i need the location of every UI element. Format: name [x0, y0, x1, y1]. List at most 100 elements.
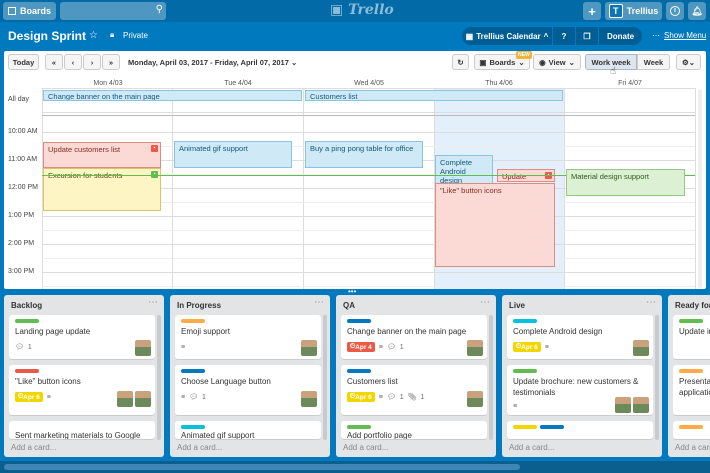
list-card[interactable]: Animated gif support [175, 421, 321, 439]
add-button[interactable]: + [583, 2, 601, 20]
list-card[interactable]: Change banner on the main page 🕒︎ Apr 4 ≡… [341, 315, 487, 359]
next-week-button[interactable]: » [102, 54, 120, 70]
event-like-button[interactable]: "Like" button icons [435, 183, 555, 267]
lock-icon: 🔒︎ [110, 30, 115, 39]
search-input[interactable]: ⚲ [60, 2, 166, 20]
list-menu-icon[interactable]: ⋯ [646, 297, 656, 308]
list-in-progress: In Progress ⋯ Emoji support ≡ Choose Lang… [170, 295, 330, 457]
add-card-link[interactable]: Add a card... [11, 443, 56, 452]
day-header-wed: Wed 4/05 [354, 80, 384, 87]
list-title[interactable]: QA [343, 301, 355, 310]
event-material-design[interactable]: Material design support [566, 169, 685, 196]
list-scrollbar[interactable] [489, 315, 493, 440]
avatar [633, 397, 649, 413]
list-card[interactable]: Emoji support ≡ [175, 315, 321, 359]
notifications-button[interactable]: 🔔︎ [688, 2, 706, 20]
prev-week-button[interactable]: « [45, 54, 63, 70]
description-icon: ≡ [46, 393, 51, 401]
add-card-link[interactable]: Add a card... [509, 443, 554, 452]
view-button[interactable]: ◉ View ⌄ [533, 54, 581, 70]
list-title[interactable]: Live [509, 301, 525, 310]
next-day-button[interactable]: › [83, 54, 101, 70]
list-scrollbar[interactable] [157, 315, 161, 440]
add-card-link[interactable]: Add a card... [343, 443, 388, 452]
comment-icon: 💬︎ [189, 394, 198, 401]
list-card[interactable]: Update brochure: new customers & testimo… [507, 365, 653, 415]
list-card[interactable]: Complete Android design 🕒︎ Apr 6 ≡ [507, 315, 653, 359]
event-change-banner[interactable]: Change banner on the main page [43, 90, 302, 101]
list-scrollbar[interactable] [323, 315, 327, 440]
day-header-thu: Thu 4/06 [485, 80, 513, 87]
week-button[interactable]: Week [637, 54, 670, 70]
description-icon: ≡ [378, 393, 383, 401]
avatar [633, 340, 649, 356]
add-card-link[interactable]: Add a card... [177, 443, 222, 452]
list-title[interactable]: Backlog [11, 301, 42, 310]
time-label: 1:00 PM [8, 212, 35, 219]
time-label: 12:00 PM [8, 184, 38, 191]
copy-button[interactable]: ❐ [576, 27, 598, 45]
list-scrollbar[interactable] [655, 315, 659, 440]
list-menu-icon[interactable]: ⋯ [314, 297, 324, 308]
date-range-selector[interactable]: Monday, April 03, 2017 - Friday, April 0… [128, 58, 297, 67]
avatar [117, 391, 133, 407]
list-card[interactable]: Customers list 🕒︎ Apr 6 ≡ 💬︎ 1 📎︎ 1 [341, 365, 487, 415]
list-card[interactable] [673, 421, 710, 439]
board-horizontal-scrollbar[interactable] [0, 461, 710, 473]
boards-button[interactable]: Boards [3, 2, 56, 20]
today-button[interactable]: Today [8, 54, 39, 70]
list-menu-icon[interactable]: ⋯ [480, 297, 490, 308]
list-card[interactable] [507, 421, 653, 439]
chevron-down-icon: ⌄ [568, 57, 575, 67]
chevron-up-icon: ^ [543, 31, 549, 41]
refresh-button[interactable]: ↻ [452, 54, 469, 70]
gear-icon: ⚙ [681, 57, 689, 67]
new-badge: NEW [516, 51, 532, 59]
star-icon[interactable]: ☆ [89, 30, 98, 41]
list-title[interactable]: In Progress [177, 301, 221, 310]
help-button[interactable]: ? [553, 27, 575, 45]
board-header: Design Sprint ☆ 🔒︎ Private ▦ Trellius Cal… [0, 22, 710, 50]
list-card[interactable]: Presentat application [673, 365, 710, 415]
avatar [301, 391, 317, 407]
event-customers-list[interactable]: Customers list [305, 90, 563, 101]
plus-icon: + [588, 3, 596, 19]
time-label: 11:00 AM [8, 156, 38, 163]
list-title[interactable]: Ready for [675, 301, 710, 310]
help-icon: ? [561, 31, 567, 41]
calendar-powerup-button[interactable]: ▦ Trellius Calendar ^ [462, 27, 552, 45]
donate-button[interactable]: Donate [599, 27, 642, 45]
avatar [135, 391, 151, 407]
resize-handle[interactable]: ••• [348, 288, 362, 296]
description-icon: ≡ [378, 343, 383, 351]
list-card[interactable]: Choose Language button ≡ 💬︎ 1 [175, 365, 321, 415]
visibility-label[interactable]: Private [123, 31, 148, 40]
list-card[interactable]: Sent marketing materials to Google [9, 421, 155, 439]
card-icon: ▪ [151, 145, 158, 152]
event-animated-gif[interactable]: Animated gif support [174, 141, 292, 168]
list-card[interactable]: "Like" button icons 🕒︎ Apr 6 ≡ [9, 365, 155, 415]
trello-logo[interactable]: ▣ Trello [330, 2, 394, 18]
board-title[interactable]: Design Sprint [8, 29, 86, 43]
calendar-scrollbar[interactable] [698, 89, 702, 288]
event-ping-pong[interactable]: Buy a ping pong table for office [305, 141, 423, 168]
search-icon: ⚲ [155, 4, 163, 15]
scrollbar-thumb[interactable] [4, 464, 520, 470]
settings-button[interactable]: ⚙ ⌄ [676, 54, 701, 70]
prev-day-button[interactable]: ‹ [64, 54, 82, 70]
list-menu-icon[interactable]: ⋯ [148, 297, 158, 308]
user-menu-button[interactable]: T Trellius [605, 2, 662, 20]
day-header-fri: Fri 4/07 [618, 80, 642, 87]
show-menu-link[interactable]: Show Menu [664, 31, 706, 40]
list-card[interactable]: Add portfolio page [341, 421, 487, 439]
more-icon: ⋯ [652, 31, 660, 40]
event-update-customers[interactable]: Update customers list ▪ [43, 142, 161, 168]
add-card-link[interactable]: Add a card... [675, 443, 710, 452]
list-backlog: Backlog ⋯ Landing page update 💬︎ 1 "Like" … [4, 295, 164, 457]
description-icon: ≡ [181, 343, 186, 351]
event-complete-android[interactable]: Complete Android design [435, 155, 493, 185]
comment-icon: 💬︎ [15, 344, 24, 351]
list-card[interactable]: Update in [673, 315, 710, 359]
list-card[interactable]: Landing page update 💬︎ 1 [9, 315, 155, 359]
info-button[interactable]: i [666, 2, 684, 20]
